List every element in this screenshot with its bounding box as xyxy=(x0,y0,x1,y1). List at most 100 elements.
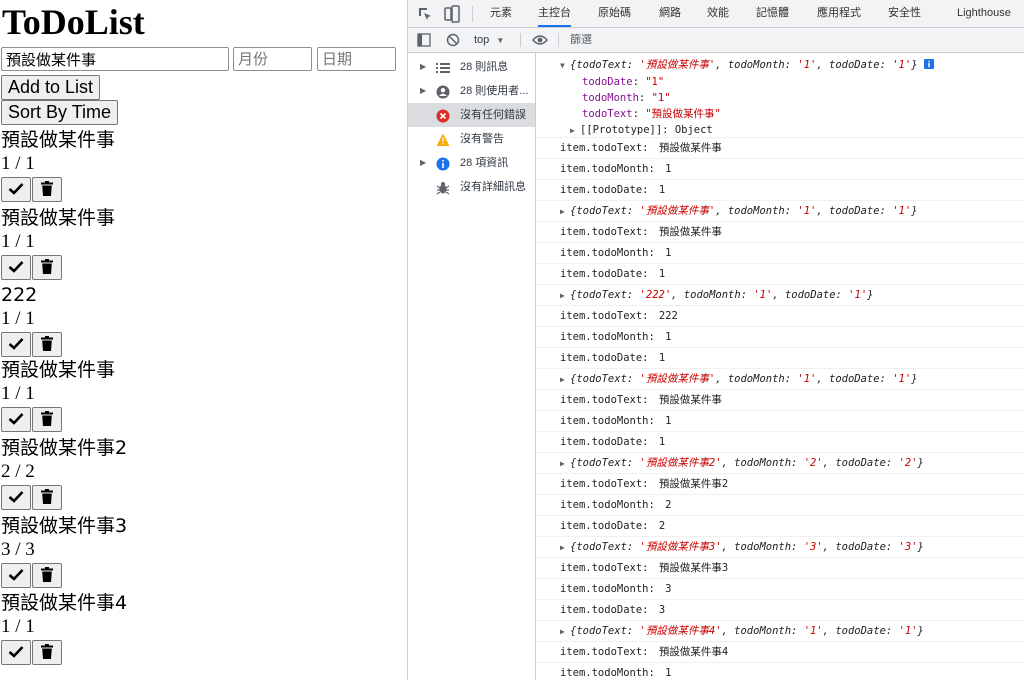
summary-part: '1' xyxy=(797,59,817,71)
todo-date: 1 / 1 xyxy=(1,616,35,637)
log-value: 3 xyxy=(658,604,666,616)
summary-part: } xyxy=(911,59,918,71)
delete-button[interactable] xyxy=(32,407,62,432)
tab-3[interactable]: 網路 xyxy=(659,0,681,27)
expanded-arrow-icon: ▼ xyxy=(560,61,565,70)
console-message[interactable]: item.todoDate: 1 xyxy=(536,180,1024,201)
delete-button[interactable] xyxy=(32,255,62,280)
object-preview-part: '預設做某件事' xyxy=(639,205,716,217)
todo-text-input[interactable] xyxy=(1,47,229,71)
date-input[interactable] xyxy=(317,47,396,71)
delete-button[interactable] xyxy=(32,332,62,357)
object-preview-part: '1' xyxy=(803,625,823,637)
log-label: item.todoText: xyxy=(560,394,655,406)
complete-button[interactable] xyxy=(1,332,31,357)
tab-7[interactable]: 安全性 xyxy=(888,0,921,27)
console-message[interactable]: ▶ {todoText: '預設做某件事2', todoMonth: '2', t… xyxy=(536,453,1024,474)
todo-text: 222 xyxy=(1,284,38,306)
sidebar-item-1[interactable]: ▶ 28 則使用者... xyxy=(408,79,535,103)
console-message[interactable]: item.todoText: 預設做某件事 xyxy=(536,138,1024,159)
log-label: item.todoMonth: xyxy=(560,415,662,427)
tab-4[interactable]: 效能 xyxy=(707,0,729,27)
sidebar-item-label: 沒有任何錯誤 xyxy=(460,109,526,121)
complete-button[interactable] xyxy=(1,177,31,202)
sidebar-item-0[interactable]: ▶ 28 則訊息 xyxy=(408,55,535,79)
log-value: 預設做某件事 xyxy=(658,142,722,154)
log-value: 1 xyxy=(658,268,666,280)
console-message[interactable]: ▼ {todoText: '預設做某件事', todoMonth: '1', to… xyxy=(536,55,1024,138)
console-message[interactable]: item.todoMonth: 2 xyxy=(536,495,1024,516)
todo-item: 預設做某件事 1 / 1 xyxy=(0,206,400,284)
trash-icon xyxy=(41,566,53,585)
info-icon xyxy=(436,156,450,171)
console-message[interactable]: item.todoDate: 1 xyxy=(536,264,1024,285)
context-selector[interactable]: top ▼ xyxy=(474,28,504,52)
context-label: top xyxy=(474,34,490,46)
sidebar-item-3[interactable]: 沒有警告 xyxy=(408,127,535,151)
console-message[interactable]: item.todoText: 預設做某件事3 xyxy=(536,558,1024,579)
sidebar-item-4[interactable]: ▶ 28 項資訊 xyxy=(408,151,535,175)
month-input[interactable] xyxy=(233,47,312,71)
console-message[interactable]: ▶ {todoText: '預設做某件事', todoMonth: '1', to… xyxy=(536,201,1024,222)
tab-5[interactable]: 記憶體 xyxy=(756,0,789,27)
complete-button[interactable] xyxy=(1,640,31,665)
console-message[interactable]: ▶ {todoText: '預設做某件事4', todoMonth: '1', t… xyxy=(536,621,1024,642)
object-preview-part: '1' xyxy=(753,289,773,301)
summary-part: , todoMonth: xyxy=(715,59,798,71)
complete-button[interactable] xyxy=(1,563,31,588)
sort-by-time-button[interactable]: Sort By Time xyxy=(1,100,119,125)
delete-button[interactable] xyxy=(32,640,62,665)
console-message[interactable]: item.todoMonth: 1 xyxy=(536,327,1024,348)
console-toolbar: top ▼ 篩選 xyxy=(408,28,1024,53)
console-message[interactable]: item.todoText: 預設做某件事 xyxy=(536,222,1024,243)
console-message[interactable]: item.todoMonth: 1 xyxy=(536,663,1024,680)
check-icon xyxy=(8,645,24,661)
log-label: item.todoText: xyxy=(560,646,655,658)
console-message[interactable]: item.todoMonth: 3 xyxy=(536,579,1024,600)
complete-button[interactable] xyxy=(1,255,31,280)
console-message[interactable]: item.todoDate: 2 xyxy=(536,516,1024,537)
delete-button[interactable] xyxy=(32,485,62,510)
object-property: todoMonth: "1" xyxy=(560,90,1024,106)
live-expression-eye-icon[interactable] xyxy=(532,34,548,46)
sidebar-item-2[interactable]: 沒有任何錯誤 xyxy=(408,103,535,127)
inspect-element-icon[interactable] xyxy=(417,6,433,22)
log-label: item.todoText: xyxy=(560,310,655,322)
tab-6[interactable]: 應用程式 xyxy=(817,0,861,27)
console-message[interactable]: item.todoText: 預設做某件事4 xyxy=(536,642,1024,663)
console-message[interactable]: item.todoText: 預設做某件事 xyxy=(536,390,1024,411)
console-message[interactable]: ▶ {todoText: '預設做某件事3', todoMonth: '3', t… xyxy=(536,537,1024,558)
add-to-list-button[interactable]: Add to List xyxy=(1,75,101,100)
console-message[interactable]: item.todoDate: 1 xyxy=(536,432,1024,453)
tab-0[interactable]: 元素 xyxy=(490,0,512,27)
device-toolbar-icon[interactable] xyxy=(444,5,460,23)
console-message[interactable]: item.todoMonth: 1 xyxy=(536,411,1024,432)
filter-input[interactable]: 篩選 xyxy=(570,28,592,52)
log-label: item.todoText: xyxy=(560,142,655,154)
property-colon: : xyxy=(638,92,652,104)
object-preview-part: , todoMonth: xyxy=(721,541,804,553)
console-message[interactable]: ▶ {todoText: '預設做某件事', todoMonth: '1', to… xyxy=(536,369,1024,390)
console-message[interactable]: item.todoMonth: 1 xyxy=(536,159,1024,180)
console-message[interactable]: item.todoDate: 3 xyxy=(536,600,1024,621)
tab-2[interactable]: 原始碼 xyxy=(598,0,631,27)
object-preview-part: , todoMonth: xyxy=(715,205,798,217)
complete-button[interactable] xyxy=(1,407,31,432)
sidebar-toggle-icon[interactable] xyxy=(417,33,431,47)
devtools-tab-bar: 元素 主控台 原始碼 網路 效能 記憶體 應用程式 安全性 Lighthouse xyxy=(408,0,1024,28)
tab-1[interactable]: 主控台 xyxy=(538,0,571,27)
console-message[interactable]: item.todoDate: 1 xyxy=(536,348,1024,369)
clear-console-icon[interactable] xyxy=(446,33,460,47)
delete-button[interactable] xyxy=(32,177,62,202)
console-message[interactable]: ▶ {todoText: '222', todoMonth: '1', todoD… xyxy=(536,285,1024,306)
property-value: "預設做某件事" xyxy=(645,108,721,120)
chevron-down-icon: ▼ xyxy=(496,36,505,45)
delete-button[interactable] xyxy=(32,563,62,588)
object-preview-part: {todoText: xyxy=(570,289,640,301)
complete-button[interactable] xyxy=(1,485,31,510)
tab-8[interactable]: Lighthouse xyxy=(957,0,1011,27)
console-message[interactable]: item.todoMonth: 1 xyxy=(536,243,1024,264)
sidebar-item-5[interactable]: 沒有詳細訊息 xyxy=(408,175,535,199)
console-message[interactable]: item.todoText: 222 xyxy=(536,306,1024,327)
console-message[interactable]: item.todoText: 預設做某件事2 xyxy=(536,474,1024,495)
